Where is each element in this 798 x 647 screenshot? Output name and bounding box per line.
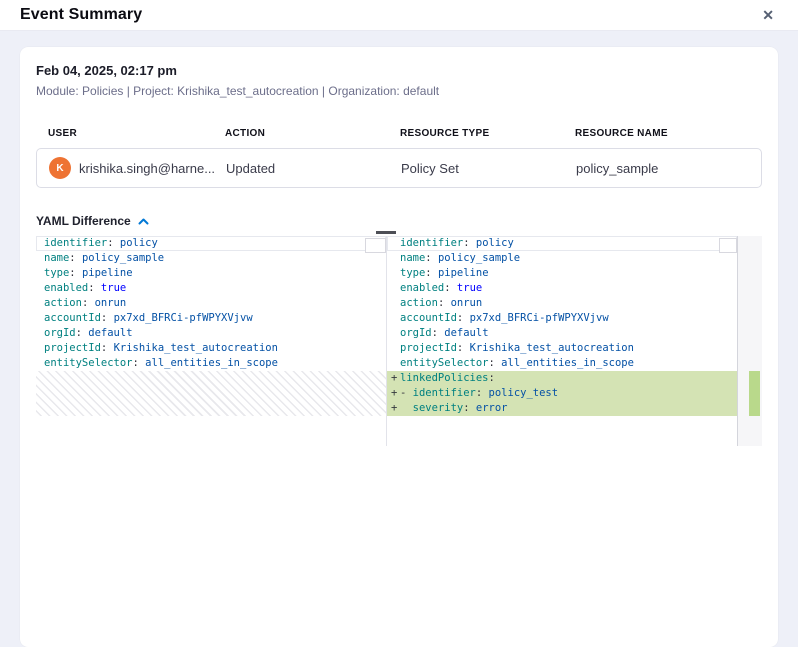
column-resource-type: RESOURCE TYPE [400, 128, 575, 139]
event-timestamp: Feb 04, 2025, 02:17 pm [36, 63, 762, 78]
diff-sash-handle[interactable] [376, 231, 396, 234]
event-card: Feb 04, 2025, 02:17 pm Module: Policies … [20, 47, 778, 647]
code-line: action: onrun [36, 296, 386, 311]
code-line: entitySelector: all_entities_in_scope [36, 356, 386, 371]
table-row: K krishika.singh@harne... Updated Policy… [36, 148, 762, 188]
modal-body: Feb 04, 2025, 02:17 pm Module: Policies … [0, 31, 798, 647]
chevron-up-icon [138, 218, 149, 225]
code-line: type: pipeline [36, 266, 386, 281]
diff-filler-hatch [36, 371, 386, 416]
code-line: orgId: default [387, 326, 737, 341]
column-user: USER [48, 128, 225, 139]
diff-pane-modified[interactable]: identifier: policyname: policy_sampletyp… [387, 236, 738, 446]
avatar: K [49, 157, 71, 179]
page-title: Event Summary [20, 6, 142, 24]
code-line: + severity: error [387, 401, 737, 416]
column-action: ACTION [225, 128, 400, 139]
code-line: accountId: px7xd_BFRCi-pfWPYXVjvw [36, 311, 386, 326]
code-line: name: policy_sample [387, 251, 737, 266]
action-value: Updated [226, 161, 401, 176]
left-scrollbar[interactable] [365, 238, 386, 253]
yaml-difference-label: YAML Difference [36, 214, 131, 228]
column-resource-name: RESOURCE NAME [575, 128, 750, 139]
code-line: +- identifier: policy_test [387, 386, 737, 401]
code-line: action: onrun [387, 296, 737, 311]
code-line: orgId: default [36, 326, 386, 341]
code-line: identifier: policy [387, 236, 737, 251]
diff-overview-ruler[interactable] [738, 236, 762, 446]
code-line: +linkedPolicies: [387, 371, 737, 386]
yaml-difference-toggle[interactable]: YAML Difference [36, 214, 149, 228]
code-line: projectId: Krishika_test_autocreation [387, 341, 737, 356]
code-line: accountId: px7xd_BFRCi-pfWPYXVjvw [387, 311, 737, 326]
code-line: entitySelector: all_entities_in_scope [387, 356, 737, 371]
resource-name-value: policy_sample [576, 161, 749, 176]
code-line: name: policy_sample [36, 251, 386, 266]
code-line: enabled: true [387, 281, 737, 296]
diff-pane-original[interactable]: identifier: policyname: policy_sampletyp… [36, 236, 386, 446]
right-scrollbar[interactable] [719, 238, 737, 253]
user-cell: K krishika.singh@harne... [49, 157, 226, 179]
user-email: krishika.singh@harne... [79, 161, 215, 176]
code-line: enabled: true [36, 281, 386, 296]
resource-type-value: Policy Set [401, 161, 576, 176]
code-line: identifier: policy [36, 236, 386, 251]
code-line: type: pipeline [387, 266, 737, 281]
close-icon[interactable]: ✕ [758, 6, 778, 24]
ruler-added-marker [749, 371, 760, 416]
modal-header: Event Summary ✕ [0, 0, 798, 31]
code-line: projectId: Krishika_test_autocreation [36, 341, 386, 356]
yaml-diff-editor: identifier: policyname: policy_sampletyp… [36, 236, 762, 446]
audit-table-header: USER ACTION RESOURCE TYPE RESOURCE NAME [36, 128, 762, 139]
event-context: Module: Policies | Project: Krishika_tes… [36, 84, 762, 98]
